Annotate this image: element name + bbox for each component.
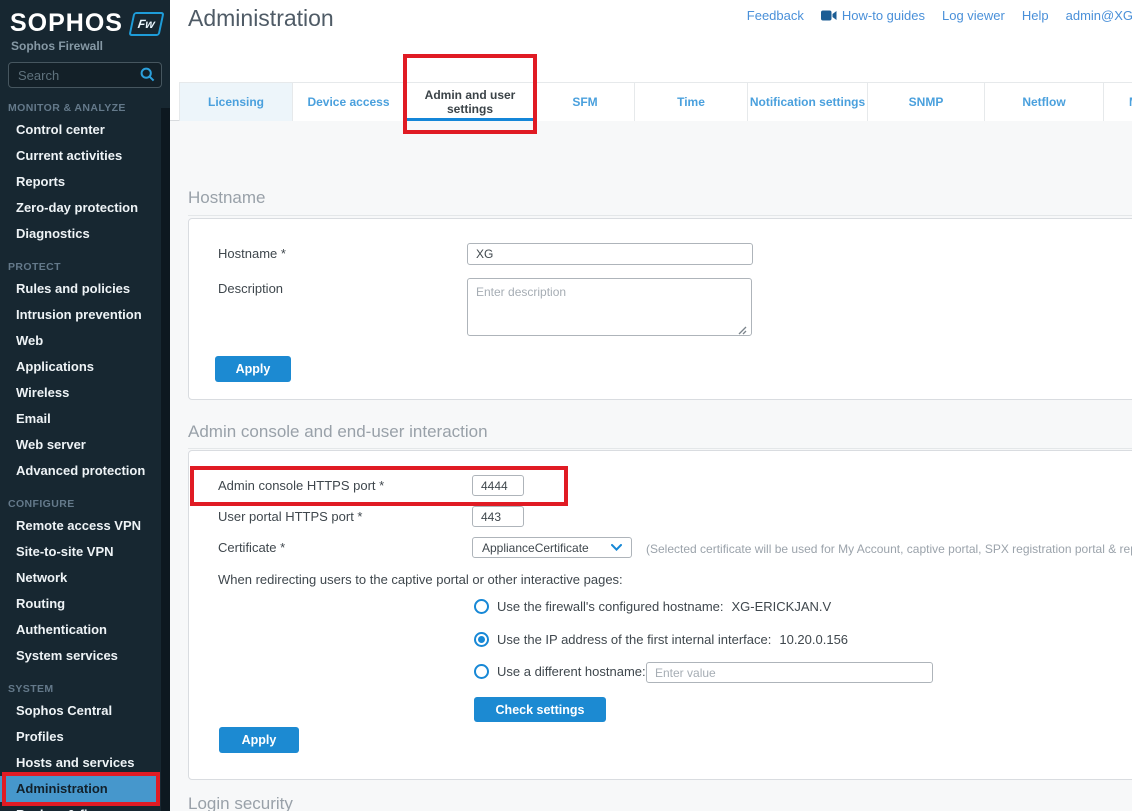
sidebar-item-current-activities[interactable]: Current activities xyxy=(0,143,170,169)
divider xyxy=(188,448,1132,449)
nav-section-configure: CONFIGURE xyxy=(8,498,170,510)
user-port-label: User portal HTTPS port * xyxy=(218,509,363,524)
sidebar-item-advanced-protection[interactable]: Advanced protection xyxy=(0,458,170,484)
page-header: Administration Feedback How-to guides Lo… xyxy=(170,0,1132,121)
admin-https-port-field[interactable] xyxy=(472,475,524,496)
chevron-down-icon xyxy=(611,544,622,551)
hostname-field[interactable] xyxy=(467,243,753,265)
sidebar-item-network[interactable]: Network xyxy=(0,565,170,591)
sidebar-item-backup-and-firmware[interactable]: Backup & firmware xyxy=(0,802,170,811)
sidebar-item-zero-day-protection[interactable]: Zero-day protection xyxy=(0,195,170,221)
hostname-label: Hostname * xyxy=(218,246,286,261)
sidebar-item-applications[interactable]: Applications xyxy=(0,354,170,380)
log-viewer-link[interactable]: Log viewer xyxy=(942,8,1005,23)
tab-time[interactable]: Time xyxy=(635,82,748,121)
hostname-panel: Hostname * Description Apply xyxy=(188,218,1132,400)
radio-button-selected[interactable] xyxy=(474,632,489,647)
divider xyxy=(188,215,1132,216)
sidebar: SOPHOS Fw Sophos Firewall MONITOR & ANAL… xyxy=(0,0,170,811)
sidebar-item-routing[interactable]: Routing xyxy=(0,591,170,617)
tab-messages[interactable]: Messages xyxy=(1104,82,1132,121)
configured-hostname-value: XG-ERICKJAN.V xyxy=(731,599,831,614)
fw-badge-icon: Fw xyxy=(128,12,164,36)
description-field[interactable] xyxy=(467,278,752,336)
sidebar-nav: MONITOR & ANALYZE Control center Current… xyxy=(0,102,170,811)
sidebar-item-diagnostics[interactable]: Diagnostics xyxy=(0,221,170,247)
radio-option-ip[interactable]: Use the IP address of the first internal… xyxy=(474,632,848,647)
sidebar-item-site-to-site-vpn[interactable]: Site-to-site VPN xyxy=(0,539,170,565)
sidebar-item-hosts-and-services[interactable]: Hosts and services xyxy=(0,750,170,776)
help-link[interactable]: Help xyxy=(1022,8,1049,23)
certificate-label: Certificate * xyxy=(218,540,285,555)
main-content: Administration Feedback How-to guides Lo… xyxy=(170,0,1132,811)
sidebar-item-remote-access-vpn[interactable]: Remote access VPN xyxy=(0,513,170,539)
sidebar-item-administration[interactable]: Administration xyxy=(0,776,158,802)
sidebar-item-email[interactable]: Email xyxy=(0,406,170,432)
radio-button-unselected[interactable] xyxy=(474,599,489,614)
user-portal-https-port-field[interactable] xyxy=(472,506,524,527)
sidebar-item-intrusion-prevention[interactable]: Intrusion prevention xyxy=(0,302,170,328)
search-icon[interactable] xyxy=(140,67,155,87)
sophos-firewall-admin-page: SOPHOS Fw Sophos Firewall MONITOR & ANAL… xyxy=(0,0,1132,811)
sidebar-item-web[interactable]: Web xyxy=(0,328,170,354)
radio-option-custom-hostname[interactable]: Use a different hostname: xyxy=(474,664,646,679)
tab-licensing[interactable]: Licensing xyxy=(179,82,293,121)
sidebar-item-sophos-central[interactable]: Sophos Central xyxy=(0,698,170,724)
nav-section-system: SYSTEM xyxy=(8,683,170,695)
admin-console-apply-button[interactable]: Apply xyxy=(219,727,299,753)
hostname-section-title: Hostname xyxy=(188,188,265,208)
hostname-apply-button[interactable]: Apply xyxy=(215,356,291,382)
radio-option-hostname[interactable]: Use the firewall's configured hostname: … xyxy=(474,599,831,614)
sidebar-item-rules-and-policies[interactable]: Rules and policies xyxy=(0,276,170,302)
settings-tabbar: Licensing Device access Admin and user s… xyxy=(179,82,1132,121)
sidebar-item-wireless[interactable]: Wireless xyxy=(0,380,170,406)
admin-console-section-title: Admin console and end-user interaction xyxy=(188,422,488,442)
custom-hostname-field[interactable] xyxy=(646,662,933,683)
sidebar-item-reports[interactable]: Reports xyxy=(0,169,170,195)
sidebar-item-system-services[interactable]: System services xyxy=(0,643,170,669)
redirect-intro-text: When redirecting users to the captive po… xyxy=(218,572,623,587)
brand-text: SOPHOS xyxy=(10,9,123,38)
feedback-link[interactable]: Feedback xyxy=(747,8,804,23)
sidebar-item-profiles[interactable]: Profiles xyxy=(0,724,170,750)
login-security-section-title: Login security xyxy=(188,794,293,811)
nav-section-monitor: MONITOR & ANALYZE xyxy=(8,102,170,114)
page-title: Administration xyxy=(188,5,334,32)
tab-netflow[interactable]: Netflow xyxy=(985,82,1104,121)
search-input[interactable] xyxy=(8,62,162,88)
check-settings-button[interactable]: Check settings xyxy=(474,697,606,722)
sidebar-item-authentication[interactable]: Authentication xyxy=(0,617,170,643)
header-links: Feedback How-to guides Log viewer Help a… xyxy=(747,8,1132,23)
brand-subtitle: Sophos Firewall xyxy=(0,38,170,53)
tab-admin-and-user-settings[interactable]: Admin and user settings xyxy=(405,82,536,121)
video-camera-icon xyxy=(821,10,837,21)
admin-console-panel: Admin console HTTPS port * User portal H… xyxy=(188,450,1132,780)
certificate-select[interactable]: ApplianceCertificate xyxy=(472,537,632,558)
sidebar-item-web-server[interactable]: Web server xyxy=(0,432,170,458)
howto-guides-link[interactable]: How-to guides xyxy=(821,8,925,23)
internal-ip-value: 10.20.0.156 xyxy=(779,632,848,647)
radio-button-unselected[interactable] xyxy=(474,664,489,679)
sidebar-item-control-center[interactable]: Control center xyxy=(0,117,170,143)
nav-section-protect: PROTECT xyxy=(8,261,170,273)
account-menu[interactable]: admin@XG-E xyxy=(1066,8,1132,23)
sidebar-scrollbar[interactable] xyxy=(161,108,170,811)
certificate-note: (Selected certificate will be used for M… xyxy=(646,542,1132,556)
sophos-logo: SOPHOS Fw xyxy=(0,0,170,38)
tab-notification-settings[interactable]: Notification settings xyxy=(748,82,868,121)
tab-sfm[interactable]: SFM xyxy=(536,82,635,121)
admin-port-label: Admin console HTTPS port * xyxy=(218,478,384,493)
tab-snmp[interactable]: SNMP xyxy=(868,82,985,121)
tab-device-access[interactable]: Device access xyxy=(293,82,405,121)
description-label: Description xyxy=(218,281,283,296)
